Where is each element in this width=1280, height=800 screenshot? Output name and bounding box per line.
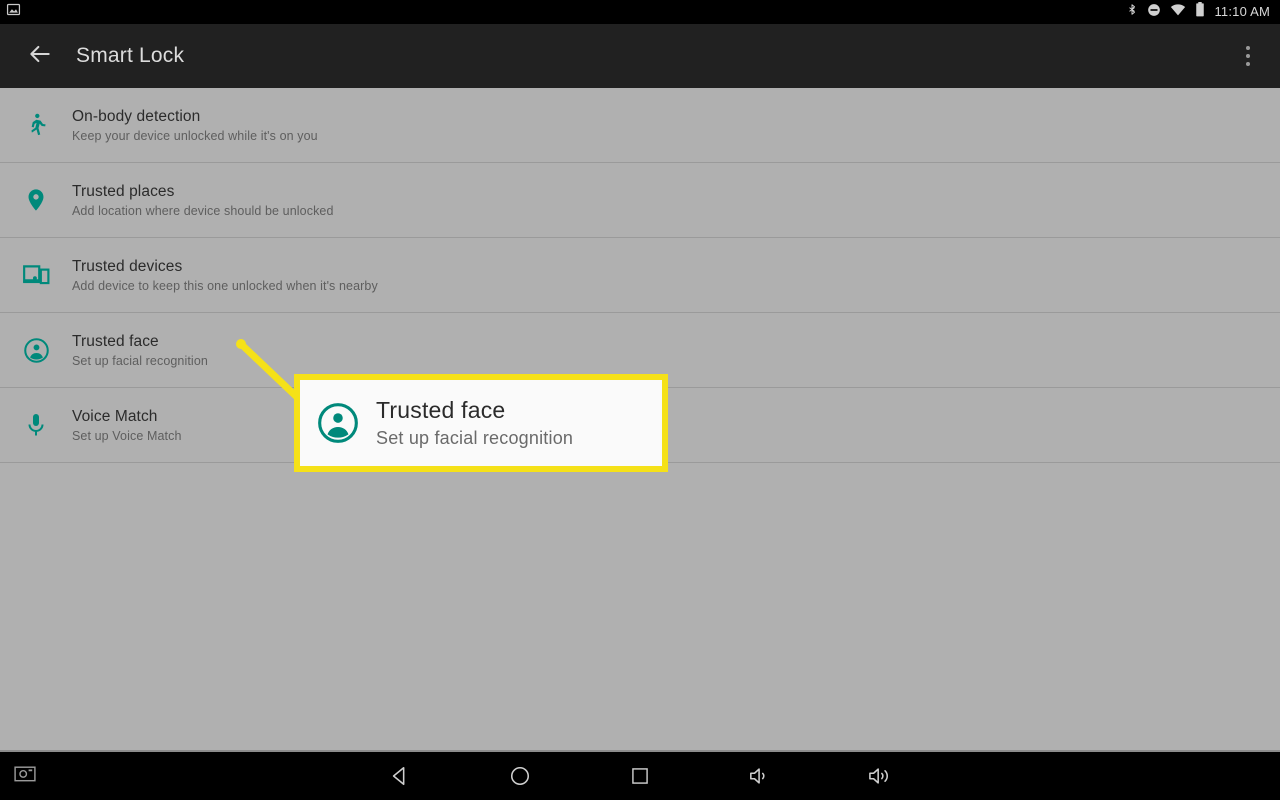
- list-item-on-body-detection[interactable]: On-body detection Keep your device unloc…: [0, 88, 1280, 163]
- list-item-subtitle: Keep your device unlocked while it's on …: [72, 128, 318, 143]
- status-bar-icons: 11:10 AM: [1126, 0, 1270, 24]
- list-item-title: Trusted face: [72, 332, 159, 350]
- overflow-menu-icon[interactable]: [1230, 32, 1266, 80]
- list-item-text: Trusted face Set up facial recognition: [72, 333, 208, 368]
- wifi-icon: [1170, 3, 1186, 21]
- face-account-circle-icon: [0, 337, 72, 364]
- list-item-title: Trusted devices: [72, 257, 183, 275]
- list-item-text: Voice Match Set up Voice Match: [72, 408, 182, 443]
- callout-text: Trusted face Set up facial recognition: [376, 397, 573, 449]
- back-arrow-icon: [27, 41, 53, 72]
- navigation-buttons: [378, 754, 902, 798]
- navigation-bar: [0, 752, 1280, 800]
- callout-title: Trusted face: [376, 397, 506, 423]
- back-button[interactable]: [12, 41, 68, 72]
- list-item-title: Trusted places: [72, 182, 175, 200]
- list-item-subtitle: Set up Voice Match: [72, 428, 182, 443]
- status-bar: 11:10 AM: [0, 0, 1280, 24]
- magnified-callout-trusted-face[interactable]: Trusted face Set up facial recognition: [294, 374, 668, 472]
- back-triangle-icon[interactable]: [378, 754, 422, 798]
- recents-square-icon[interactable]: [618, 754, 662, 798]
- screenshot-image-icon: [6, 2, 21, 22]
- location-pin-icon: [0, 187, 72, 213]
- list-item-subtitle: Add device to keep this one unlocked whe…: [72, 278, 378, 293]
- list-item-title: Voice Match: [72, 407, 158, 425]
- list-item-trusted-devices[interactable]: Trusted devices Add device to keep this …: [0, 238, 1280, 313]
- action-bar: Smart Lock: [0, 24, 1280, 88]
- overflow-dot: [1246, 62, 1250, 66]
- list-item-text: On-body detection Keep your device unloc…: [72, 108, 318, 143]
- face-account-circle-icon: [300, 401, 376, 445]
- android-settings-screen: 11:10 AM Smart Lock On-body detection Ke…: [0, 0, 1280, 800]
- list-item-text: Trusted devices Add device to keep this …: [72, 258, 378, 293]
- walking-person-icon: [0, 112, 72, 138]
- battery-icon: [1195, 2, 1205, 22]
- do-not-disturb-icon: [1147, 3, 1161, 22]
- volume-down-icon[interactable]: [738, 754, 782, 798]
- status-bar-notifications: [6, 2, 21, 22]
- camera-screenshot-icon[interactable]: [14, 765, 36, 788]
- list-item-subtitle: Set up facial recognition: [72, 353, 208, 368]
- overflow-dot: [1246, 46, 1250, 50]
- overflow-dot: [1246, 54, 1250, 58]
- home-circle-icon[interactable]: [498, 754, 542, 798]
- list-item-trusted-places[interactable]: Trusted places Add location where device…: [0, 163, 1280, 238]
- microphone-icon: [0, 412, 72, 438]
- list-item-subtitle: Add location where device should be unlo…: [72, 203, 334, 218]
- callout-subtitle: Set up facial recognition: [376, 428, 574, 448]
- bluetooth-icon: [1126, 2, 1138, 22]
- volume-up-icon[interactable]: [858, 754, 902, 798]
- status-bar-clock: 11:10 AM: [1214, 4, 1270, 19]
- list-item-title: On-body detection: [72, 107, 201, 125]
- devices-icon: [0, 261, 72, 289]
- page-title: Smart Lock: [76, 44, 185, 67]
- list-item-text: Trusted places Add location where device…: [72, 183, 334, 218]
